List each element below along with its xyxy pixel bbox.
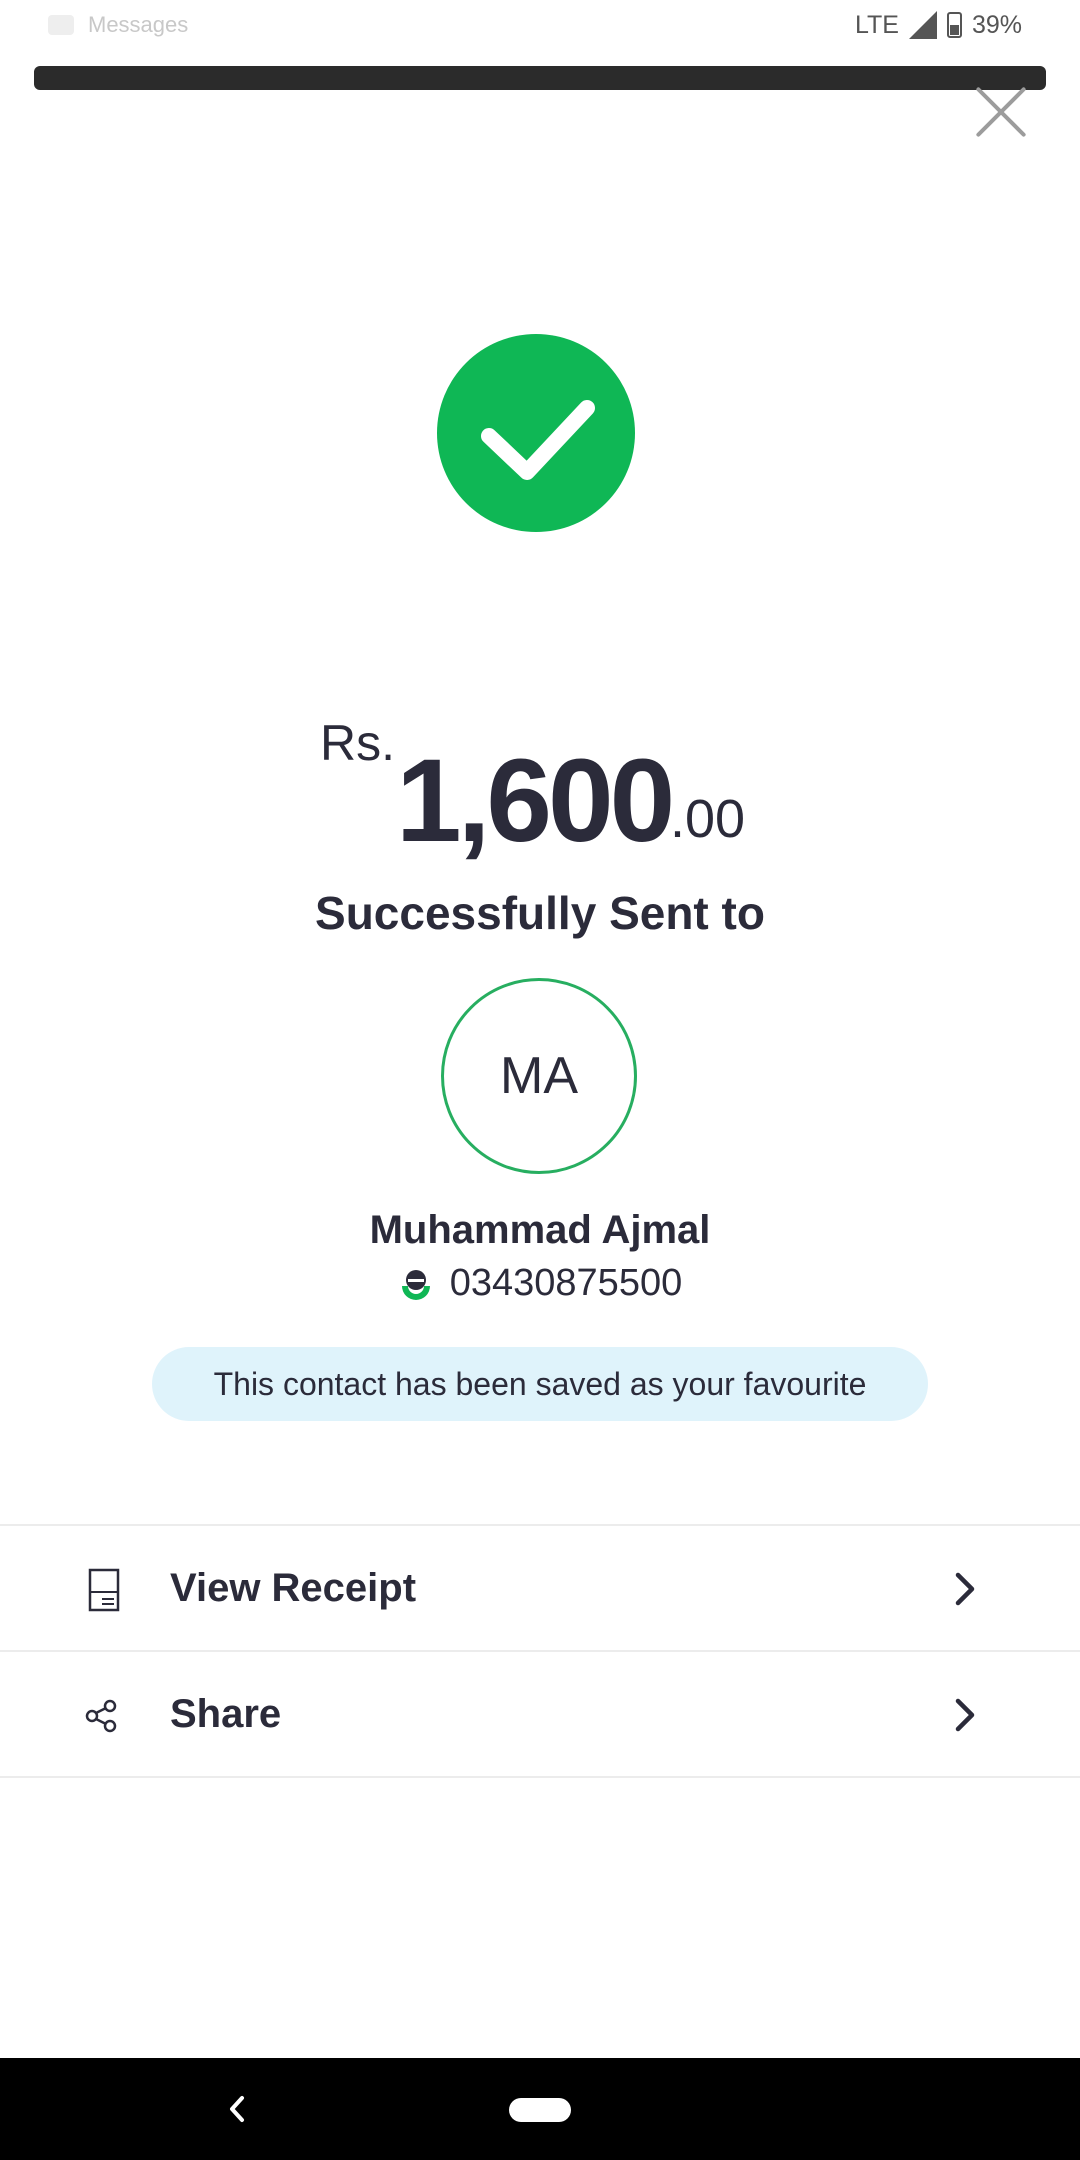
status-bar: Messages LTE 39% (0, 0, 1080, 50)
system-nav-bar (0, 2058, 1080, 2160)
favourite-banner: This contact has been saved as your favo… (152, 1347, 928, 1421)
back-icon[interactable] (224, 2092, 248, 2126)
avatar: MA (441, 978, 637, 1174)
recipient-phone: 03430875500 (449, 1262, 683, 1304)
status-right: LTE 39% (855, 11, 1022, 40)
avatar-initials: MA (500, 1047, 578, 1105)
close-button[interactable] (972, 84, 1028, 140)
status-text: Successfully Sent to (315, 887, 765, 939)
receipt-icon (88, 1568, 120, 1612)
notification-app-label: Messages (88, 12, 189, 37)
payment-success-screen: Messages LTE 39% Rs. 1,600 .00 Successfu… (0, 0, 1080, 2160)
share-button[interactable]: Share (0, 1652, 1080, 1776)
amount-display: Rs. 1,600 .00 (0, 714, 1080, 864)
amount-decimal: .00 (670, 789, 746, 849)
messages-notification-icon (48, 15, 74, 35)
view-receipt-label: View Receipt (170, 1565, 417, 1610)
amount-integer: 1,600 (396, 735, 675, 867)
view-receipt-button[interactable]: View Receipt (0, 1526, 1080, 1650)
battery-icon (946, 12, 962, 38)
recipient-name: Muhammad Ajmal (369, 1208, 711, 1252)
favourite-banner-text: This contact has been saved as your favo… (213, 1365, 867, 1402)
status-left: Messages (48, 12, 188, 38)
easypaisa-logo-icon (401, 1269, 430, 1300)
battery-percent: 39% (971, 10, 1022, 39)
sheet-handle-bar (34, 66, 1046, 90)
currency-label: Rs. (320, 715, 395, 771)
chevron-right-icon (955, 1698, 975, 1732)
home-pill-button[interactable] (509, 2098, 571, 2122)
signal-icon (908, 11, 937, 39)
success-check-icon (437, 334, 635, 532)
recipient-phone-row: 03430875500 (0, 1262, 1080, 1305)
share-label: Share (170, 1691, 282, 1736)
chevron-right-icon (955, 1572, 975, 1606)
network-type: LTE (854, 10, 899, 39)
divider (0, 1776, 1080, 1778)
share-icon (85, 1699, 117, 1733)
